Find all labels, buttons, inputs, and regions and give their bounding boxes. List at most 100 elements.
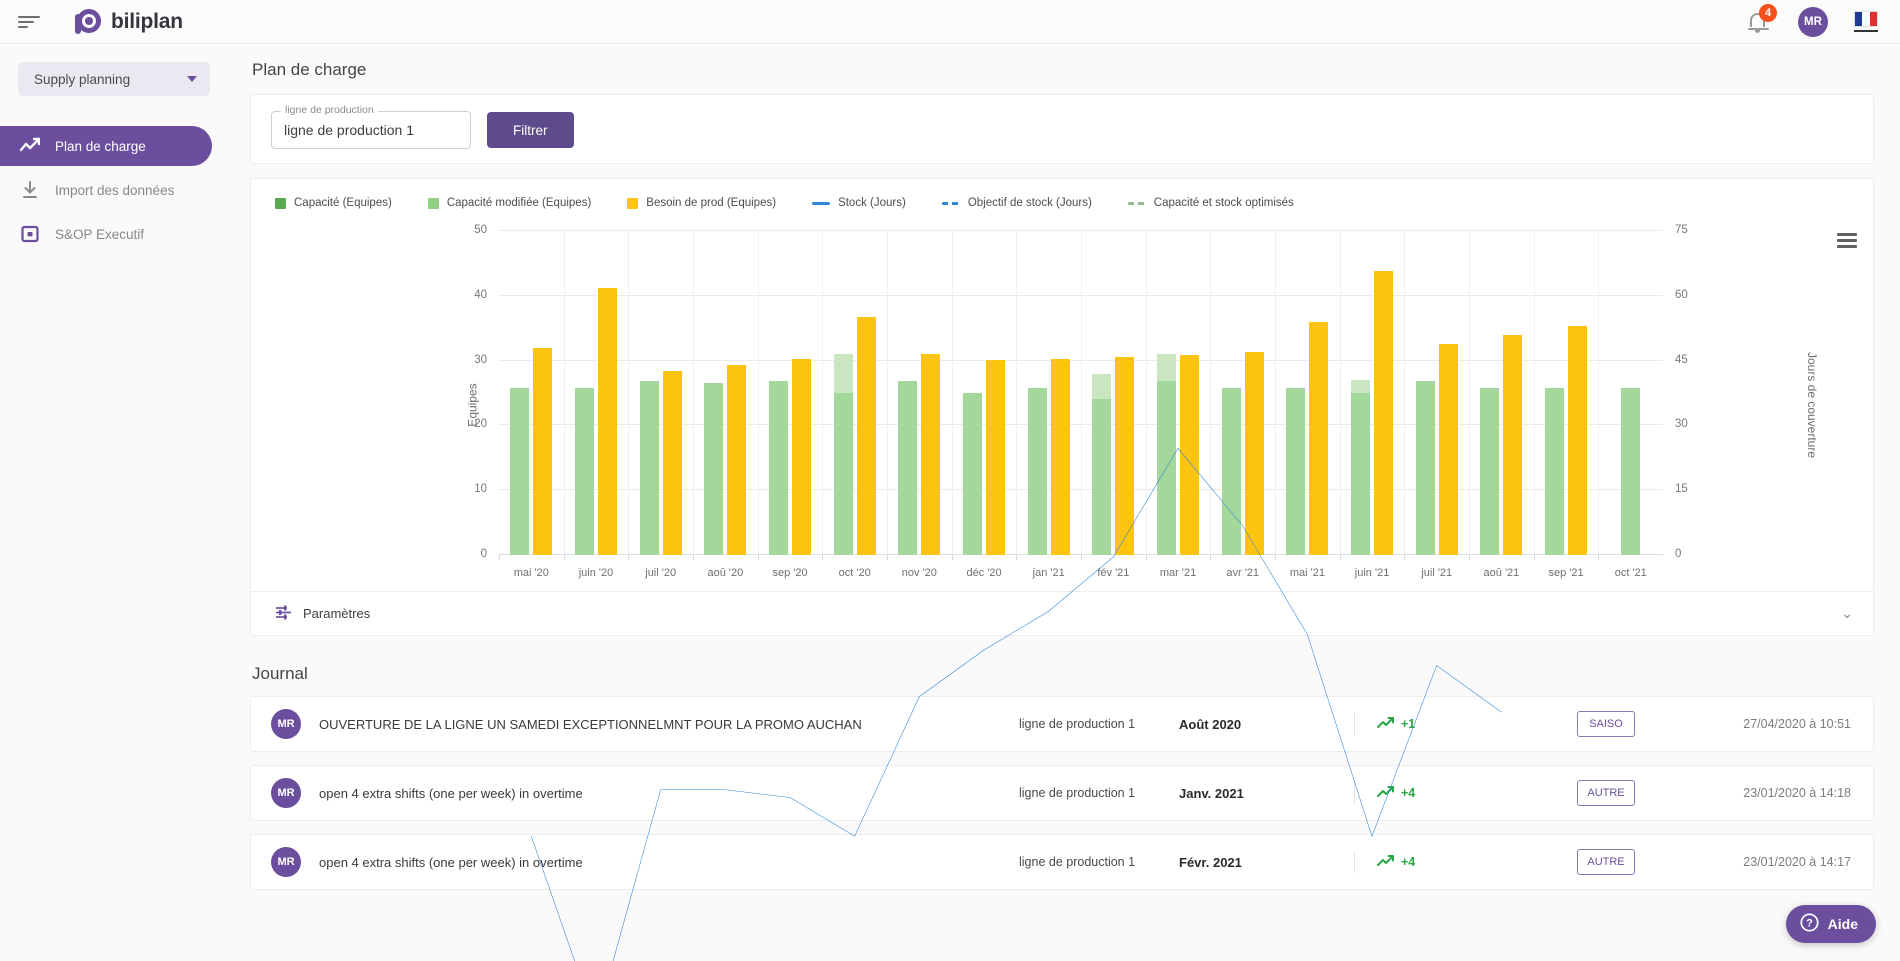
chart-month-group: mai '20 <box>499 231 564 579</box>
notifications-button[interactable]: 4 <box>1746 3 1777 36</box>
y-axis-tick: 30 <box>474 353 487 366</box>
journal-type-badge[interactable]: AUTRE <box>1577 780 1635 806</box>
legend-label: Capacité (Equipes) <box>294 197 392 209</box>
brand-logo[interactable]: biliplan <box>74 8 183 36</box>
journal-delta-value: +4 <box>1401 855 1416 869</box>
legend-item-objectif-de-stock[interactable]: Objectif de stock (Jours) <box>941 197 1092 209</box>
x-axis-tick-label: aoû '20 <box>707 567 744 579</box>
avatar: MR <box>271 778 301 808</box>
bar-capacite[interactable] <box>510 387 530 555</box>
bar-besoin-de-prod[interactable] <box>1180 355 1200 555</box>
top-bar: biliplan 4 MR <box>0 0 1900 44</box>
bar-capacite-modifiee[interactable] <box>833 354 853 393</box>
bar-capacite[interactable] <box>1351 380 1371 555</box>
chart-menu-icon[interactable] <box>1837 233 1857 248</box>
x-axis-tick-label: oct '21 <box>1614 567 1647 579</box>
journal-delta: +4 <box>1377 854 1577 871</box>
bar-besoin-de-prod[interactable] <box>1374 270 1394 555</box>
chart-bars: mai '20 juin '20 juil '20 aoû '20 sep '20 oct… <box>499 231 1663 579</box>
bar-besoin-de-prod[interactable] <box>598 288 617 555</box>
chart-legend: Capacité (Equipes) Capacité modifiée (Eq… <box>251 179 1873 215</box>
x-axis-tick-label: juin '21 <box>1354 567 1390 579</box>
sidebar-item-sop-executif[interactable]: S&OP Executif <box>0 214 228 254</box>
bar-besoin-de-prod[interactable] <box>1568 325 1588 555</box>
sidebar-item-plan-de-charge[interactable]: Plan de charge <box>0 126 212 166</box>
language-selector[interactable] <box>1854 11 1878 32</box>
bar-capacite[interactable] <box>1157 354 1177 555</box>
bar-capacite-modifiee[interactable] <box>1157 354 1177 382</box>
legend-label: Capacité modifiée (Equipes) <box>446 197 592 209</box>
chevron-down-icon <box>187 76 197 82</box>
bar-besoin-de-prod[interactable] <box>921 354 941 555</box>
y2-axis-tick: 75 <box>1675 224 1688 236</box>
bar-capacite[interactable] <box>1415 381 1435 555</box>
bar-besoin-de-prod[interactable] <box>792 359 812 555</box>
journal-row[interactable]: MR OUVERTURE DE LA LIGNE UN SAMEDI EXCEPT… <box>250 696 1874 752</box>
bar-besoin-de-prod[interactable] <box>1309 321 1329 555</box>
bar-capacite[interactable] <box>575 387 594 555</box>
journal-type-badge[interactable]: SAISO <box>1577 711 1635 737</box>
legend-swatch <box>427 197 439 209</box>
module-selector-label: Supply planning <box>34 71 131 87</box>
bar-besoin-de-prod[interactable] <box>1115 356 1135 555</box>
x-axis-tick-label: avr '21 <box>1226 567 1260 579</box>
sidebar-item-label: Plan de charge <box>55 138 146 154</box>
filter-button[interactable]: Filtrer <box>487 112 574 148</box>
chart-month-group: jan '21 <box>1016 231 1081 579</box>
bar-capacite[interactable] <box>639 381 659 555</box>
bar-capacite-modifiee[interactable] <box>1092 373 1112 400</box>
bar-capacite[interactable] <box>1545 387 1565 555</box>
bar-capacite[interactable] <box>1621 387 1641 555</box>
x-axis-tick-label: juil '20 <box>645 567 677 579</box>
x-axis-tick-label: juil '21 <box>1421 567 1453 579</box>
bar-besoin-de-prod[interactable] <box>856 316 876 555</box>
menu-toggle-icon[interactable] <box>18 14 40 30</box>
production-line-field[interactable]: ligne de production ligne de production … <box>271 104 471 149</box>
chevron-down-icon[interactable]: ⌄ <box>1841 605 1853 622</box>
bar-capacite[interactable] <box>1092 373 1112 555</box>
bar-besoin-de-prod[interactable] <box>1244 351 1264 555</box>
journal-row[interactable]: MR open 4 extra shifts (one per week) in … <box>250 765 1874 821</box>
bar-besoin-de-prod[interactable] <box>1050 359 1070 555</box>
bar-capacite[interactable] <box>898 381 918 555</box>
bar-capacite[interactable] <box>704 383 724 555</box>
bar-capacite[interactable] <box>1286 387 1306 555</box>
bar-capacite[interactable] <box>833 354 853 555</box>
bar-capacite[interactable] <box>1480 387 1500 555</box>
chart-month-group: juil '21 <box>1404 231 1469 579</box>
bar-besoin-de-prod[interactable] <box>1438 343 1458 555</box>
bar-besoin-de-prod[interactable] <box>533 347 553 555</box>
chart-month-group: nov '20 <box>887 231 952 579</box>
bar-capacite[interactable] <box>1221 387 1241 555</box>
user-avatar[interactable]: MR <box>1798 6 1828 37</box>
production-line-input[interactable]: ligne de production 1 <box>271 111 471 149</box>
journal-row[interactable]: MR open 4 extra shifts (one per week) in … <box>250 834 1874 890</box>
bar-capacite[interactable] <box>769 381 789 555</box>
legend-item-stock[interactable]: Stock (Jours) <box>812 197 906 209</box>
legend-item-capacite-et-stock-optimises[interactable]: Capacité et stock optimisés <box>1127 197 1294 209</box>
bar-capacite-modifiee[interactable] <box>1351 380 1371 393</box>
chart-month-group: oct '20 <box>822 231 887 579</box>
trend-line-icon <box>20 136 40 156</box>
bar-capacite[interactable] <box>1027 387 1047 555</box>
journal-production-line: ligne de production 1 <box>1019 855 1136 869</box>
bar-capacite[interactable] <box>963 393 983 555</box>
legend-item-besoin-de-prod[interactable]: Besoin de prod (Equipes) <box>627 197 776 209</box>
legend-item-capacite[interactable]: Capacité (Equipes) <box>275 197 392 209</box>
legend-item-capacite-modifiee[interactable]: Capacité modifiée (Equipes) <box>427 197 592 209</box>
chart-month-group: oct '21 <box>1598 231 1663 579</box>
bar-besoin-de-prod[interactable] <box>986 359 1006 555</box>
sidebar-item-import-des-donnees[interactable]: Import des données <box>0 170 228 210</box>
sliders-icon <box>275 604 292 624</box>
chart-month-group: aoû '20 <box>693 231 758 579</box>
settings-toggle[interactable]: Paramètres ⌄ <box>251 591 1873 635</box>
body-area: Supply planning Plan de charge Import de… <box>0 44 1900 961</box>
bar-besoin-de-prod[interactable] <box>1503 334 1523 555</box>
help-button[interactable]: ? Aide <box>1785 905 1876 943</box>
bar-besoin-de-prod[interactable] <box>727 365 747 555</box>
journal-comment: open 4 extra shifts (one per week) in ov… <box>319 785 583 801</box>
module-selector[interactable]: Supply planning <box>18 62 210 96</box>
journal-type-badge[interactable]: AUTRE <box>1577 849 1635 875</box>
trend-up-icon <box>1377 854 1394 871</box>
bar-besoin-de-prod[interactable] <box>662 370 682 555</box>
